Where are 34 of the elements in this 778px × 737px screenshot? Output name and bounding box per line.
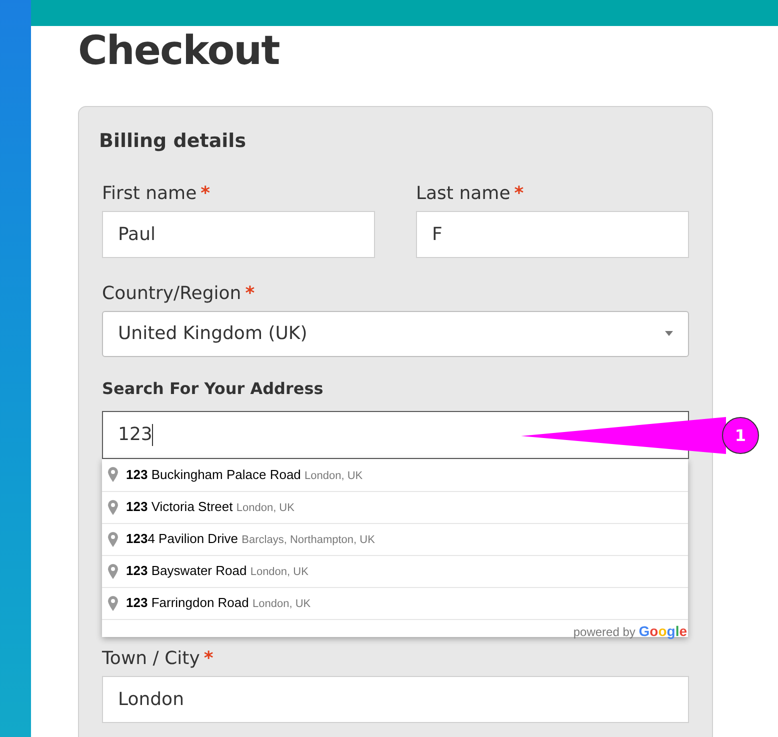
location-pin-icon [108,564,118,578]
suggestion-text: 123 Buckingham Palace Road London, UK [126,466,363,484]
field-label: Town / City [102,646,200,670]
suggestion-item[interactable]: 1234 Pavilion Drive Barclays, Northampton, UK [102,522,688,554]
text-field[interactable]: F [416,210,689,258]
suggestion-item[interactable]: 123 Bayswater Road London, UK [102,554,688,586]
location-pin-icon [108,596,118,610]
required-mark: * [200,182,210,206]
suggestion-text: 1234 Pavilion Drive Barclays, Northampton, UK [126,530,375,548]
suggestion-item[interactable]: 123 Buckingham Palace Road London, UK [102,458,688,490]
suggestion-text: 123 Bayswater Road London, UK [126,562,308,580]
location-pin-icon [108,467,118,482]
field-label: Last name [416,182,510,206]
callout-badge: 1 [722,417,759,454]
country-select[interactable]: United Kingdom (UK) [102,310,689,356]
section-title: Billing details [99,129,247,154]
address-search-field[interactable]: 123 [102,410,689,458]
field-label: First name [102,182,197,206]
dropdown-caret-icon [665,331,673,336]
suggestion-item[interactable]: 123 Farringdon Road London, UK [102,586,688,618]
location-pin-icon [108,532,118,546]
suggestion-text: 123 Farringdon Road London, UK [126,594,311,612]
suggestion-item[interactable]: 123 Victoria Street London, UK [102,490,688,522]
field-label: Country/Region [102,282,242,306]
field-label: Search For Your Address [102,378,324,400]
attribution-text: powered by Google [573,622,687,641]
required-mark: * [204,646,214,670]
page-title: Checkout [78,31,280,71]
text-field[interactable]: London [102,676,689,722]
required-mark: * [245,282,255,306]
location-pin-icon [108,500,118,514]
text-field[interactable]: Paul [102,210,375,258]
required-mark: * [514,182,524,206]
suggestion-text: 123 Victoria Street London, UK [126,498,294,516]
